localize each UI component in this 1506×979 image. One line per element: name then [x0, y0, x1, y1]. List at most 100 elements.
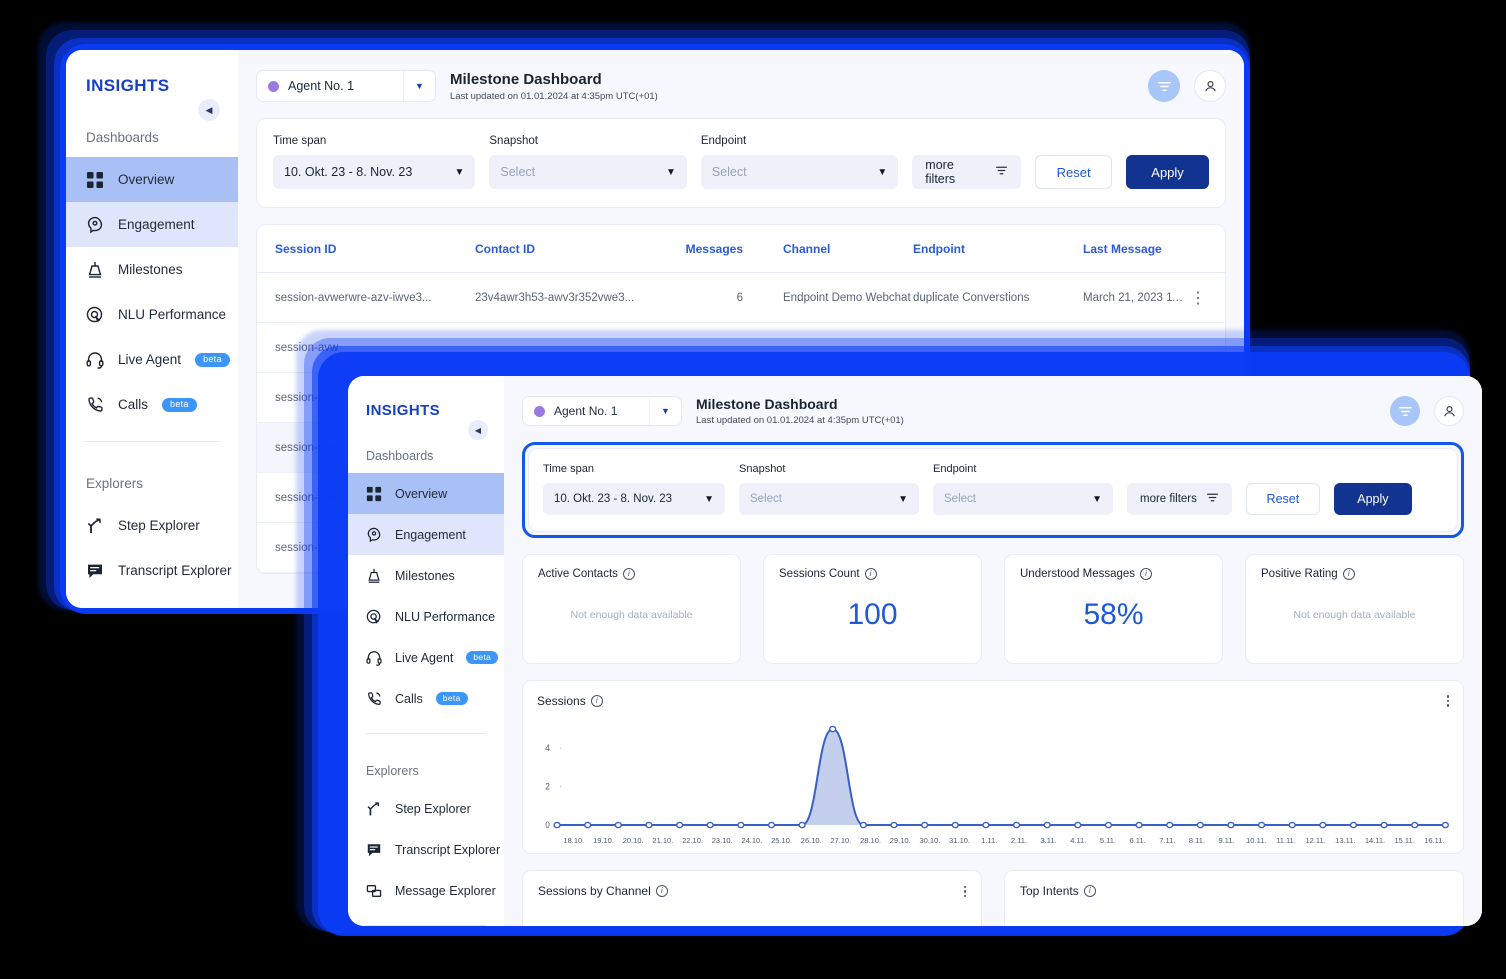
- svg-text:0: 0: [545, 819, 550, 829]
- timespan-select[interactable]: 10. Okt. 23 - 8. Nov. 23 ▼: [543, 483, 725, 515]
- sidebar-item-nlu-performance[interactable]: NLU Performance: [66, 292, 238, 337]
- chart-x-tick: 21.10.: [652, 835, 674, 845]
- sidebar-item-step-explorer[interactable]: Step Explorer: [66, 503, 238, 548]
- app-logo: INSIGHTS: [366, 402, 441, 419]
- apply-button[interactable]: Apply: [1333, 483, 1412, 515]
- filter-icon[interactable]: [1390, 396, 1420, 426]
- sidebar-collapse-button[interactable]: ◀: [468, 420, 488, 440]
- sidebar-item-engagement[interactable]: Engagement: [348, 514, 504, 555]
- sidebar-item-message-explorer[interactable]: Message Explorer: [348, 870, 504, 911]
- kebab-icon[interactable]: [1446, 693, 1449, 709]
- sessions-by-channel-card: Sessions by Channel i: [522, 869, 982, 926]
- snapshot-select[interactable]: Select ▼: [489, 155, 687, 189]
- column-header-endpoint[interactable]: Endpoint: [913, 242, 1083, 256]
- snapshot-label: Snapshot: [739, 463, 786, 475]
- snapshot-select[interactable]: Select ▼: [739, 483, 919, 515]
- timespan-select[interactable]: 10. Okt. 23 - 8. Nov. 23 ▼: [273, 155, 476, 189]
- column-header-session-id[interactable]: Session ID: [275, 242, 475, 256]
- timespan-field: Time span 10. Okt. 23 - 8. Nov. 23 ▼: [543, 463, 725, 515]
- chevron-down-icon: ▼: [454, 166, 465, 178]
- info-icon[interactable]: i: [864, 568, 877, 580]
- more-filters-button[interactable]: more filters: [1127, 483, 1232, 515]
- chart-x-tick: 31.10.: [949, 835, 970, 845]
- phone-icon: [86, 396, 104, 414]
- reset-button[interactable]: Reset: [1035, 155, 1113, 189]
- back-topbar: Agent No. 1 ▼ Milestone Dashboard Last u…: [256, 50, 1226, 118]
- agent-selector[interactable]: Agent No. 1 ▼: [522, 396, 682, 426]
- snapshot-field: Snapshot Select ▼: [739, 463, 919, 515]
- kpi-card-understood-messages: Understood Messages i 58%: [1004, 554, 1223, 664]
- table-row[interactable]: session-avwerwre-azv-iwve3... 23v4awr3h5…: [257, 273, 1225, 323]
- info-icon[interactable]: i: [622, 568, 635, 580]
- snapshot-value: Select: [750, 493, 782, 505]
- snapshot-value: Select: [500, 165, 536, 179]
- info-icon[interactable]: i: [655, 885, 668, 898]
- sidebar-item-nlu-performance[interactable]: NLU Performance: [348, 596, 504, 637]
- sidebar-item-label: Message Explorer: [395, 883, 496, 898]
- cell-endpoint: duplicate Converstions: [913, 291, 1030, 304]
- apply-button[interactable]: Apply: [1126, 155, 1210, 189]
- timespan-value: 10. Okt. 23 - 8. Nov. 23: [284, 165, 413, 179]
- column-header-contact-id[interactable]: Contact ID: [475, 242, 665, 256]
- sidebar-item-calls[interactable]: Calls beta: [66, 382, 238, 427]
- sidebar-item-live-agent[interactable]: Live Agent beta: [348, 637, 504, 678]
- chart-x-tick: 22.10.: [682, 835, 703, 845]
- sidebar-item-transcript-explorer[interactable]: Transcript Explorer: [66, 548, 238, 593]
- kebab-icon[interactable]: ⋮: [1189, 288, 1207, 308]
- sidebar-item-overview[interactable]: Overview: [66, 157, 238, 202]
- user-icon[interactable]: [1434, 396, 1464, 426]
- chart-x-tick: 9.11.: [1218, 835, 1235, 845]
- sidebar-item-overview[interactable]: Overview: [348, 473, 504, 514]
- sidebar-item-live-agent[interactable]: Live Agent beta: [66, 337, 238, 382]
- chart-x-tick: 6.11.: [1129, 835, 1146, 845]
- info-icon[interactable]: i: [1342, 568, 1355, 580]
- column-header-messages[interactable]: Messages: [665, 242, 743, 256]
- page-title-block: Milestone Dashboard Last updated on 01.0…: [450, 71, 1134, 102]
- sidebar-item-label: Transcript Explorer: [395, 842, 501, 857]
- reset-button[interactable]: Reset: [1245, 483, 1320, 515]
- more-filters-label: more filters: [1140, 493, 1197, 505]
- chart-x-tick: 2.11.: [1010, 835, 1027, 845]
- chart-title: Sessions i: [537, 694, 603, 708]
- table-header-row: Session ID Contact ID Messages Channel E…: [257, 225, 1225, 273]
- kebab-icon[interactable]: [963, 884, 966, 900]
- headset-icon: [366, 650, 382, 666]
- chart-x-tick: 28.10.: [860, 835, 881, 845]
- sidebar-item-label: Transcript Explorer: [118, 563, 232, 578]
- sidebar-item-milestones[interactable]: Milestones: [348, 555, 504, 596]
- more-filters-button[interactable]: more filters: [912, 155, 1022, 189]
- milestone-icon: [366, 568, 382, 584]
- chevron-down-icon: ▼: [1092, 493, 1102, 505]
- phone-icon: [366, 691, 382, 707]
- sidebar-item-label: Step Explorer: [395, 801, 471, 816]
- column-header-channel[interactable]: Channel: [743, 242, 913, 256]
- sidebar-item-calls[interactable]: Calls beta: [348, 678, 504, 719]
- info-icon[interactable]: i: [1140, 568, 1153, 580]
- chart-x-tick: 16.11.: [1424, 835, 1445, 845]
- sidebar-item-transcript-explorer[interactable]: Transcript Explorer: [348, 829, 504, 870]
- sidebar-item-engagement[interactable]: Engagement: [66, 202, 238, 247]
- engagement-icon: [86, 216, 104, 234]
- info-icon[interactable]: i: [1083, 884, 1096, 897]
- info-icon[interactable]: i: [590, 694, 603, 707]
- endpoint-select[interactable]: Select ▼: [933, 483, 1113, 515]
- agent-color-dot: [534, 405, 545, 417]
- kpi-title-label: Active Contacts: [538, 568, 618, 580]
- svg-text:4: 4: [545, 742, 550, 752]
- agent-selector[interactable]: Agent No. 1 ▼: [256, 70, 436, 102]
- sidebar-item-step-explorer[interactable]: Step Explorer: [348, 788, 504, 829]
- chart-x-tick: 30.10.: [919, 835, 941, 845]
- user-icon[interactable]: [1194, 70, 1226, 102]
- kpi-body: 100: [779, 580, 966, 650]
- column-header-last-message[interactable]: Last Message: [1083, 242, 1189, 256]
- filter-icon[interactable]: [1148, 70, 1180, 102]
- top-intents-card: Top Intents i: [1004, 869, 1464, 926]
- sidebar-item-milestones[interactable]: Milestones: [66, 247, 238, 292]
- kpi-empty-text: Not enough data available: [1293, 609, 1416, 621]
- endpoint-select[interactable]: Select ▼: [700, 155, 899, 189]
- page-title-block: Milestone Dashboard Last updated on 01.0…: [696, 396, 1376, 426]
- sidebar-collapse-button[interactable]: ◀: [198, 99, 220, 121]
- chart-x-tick: 20.10.: [622, 835, 644, 845]
- front-window: INSIGHTS ◀ Dashboards Overview Engagemen…: [348, 376, 1482, 926]
- chevron-down-icon: ▼: [704, 493, 714, 505]
